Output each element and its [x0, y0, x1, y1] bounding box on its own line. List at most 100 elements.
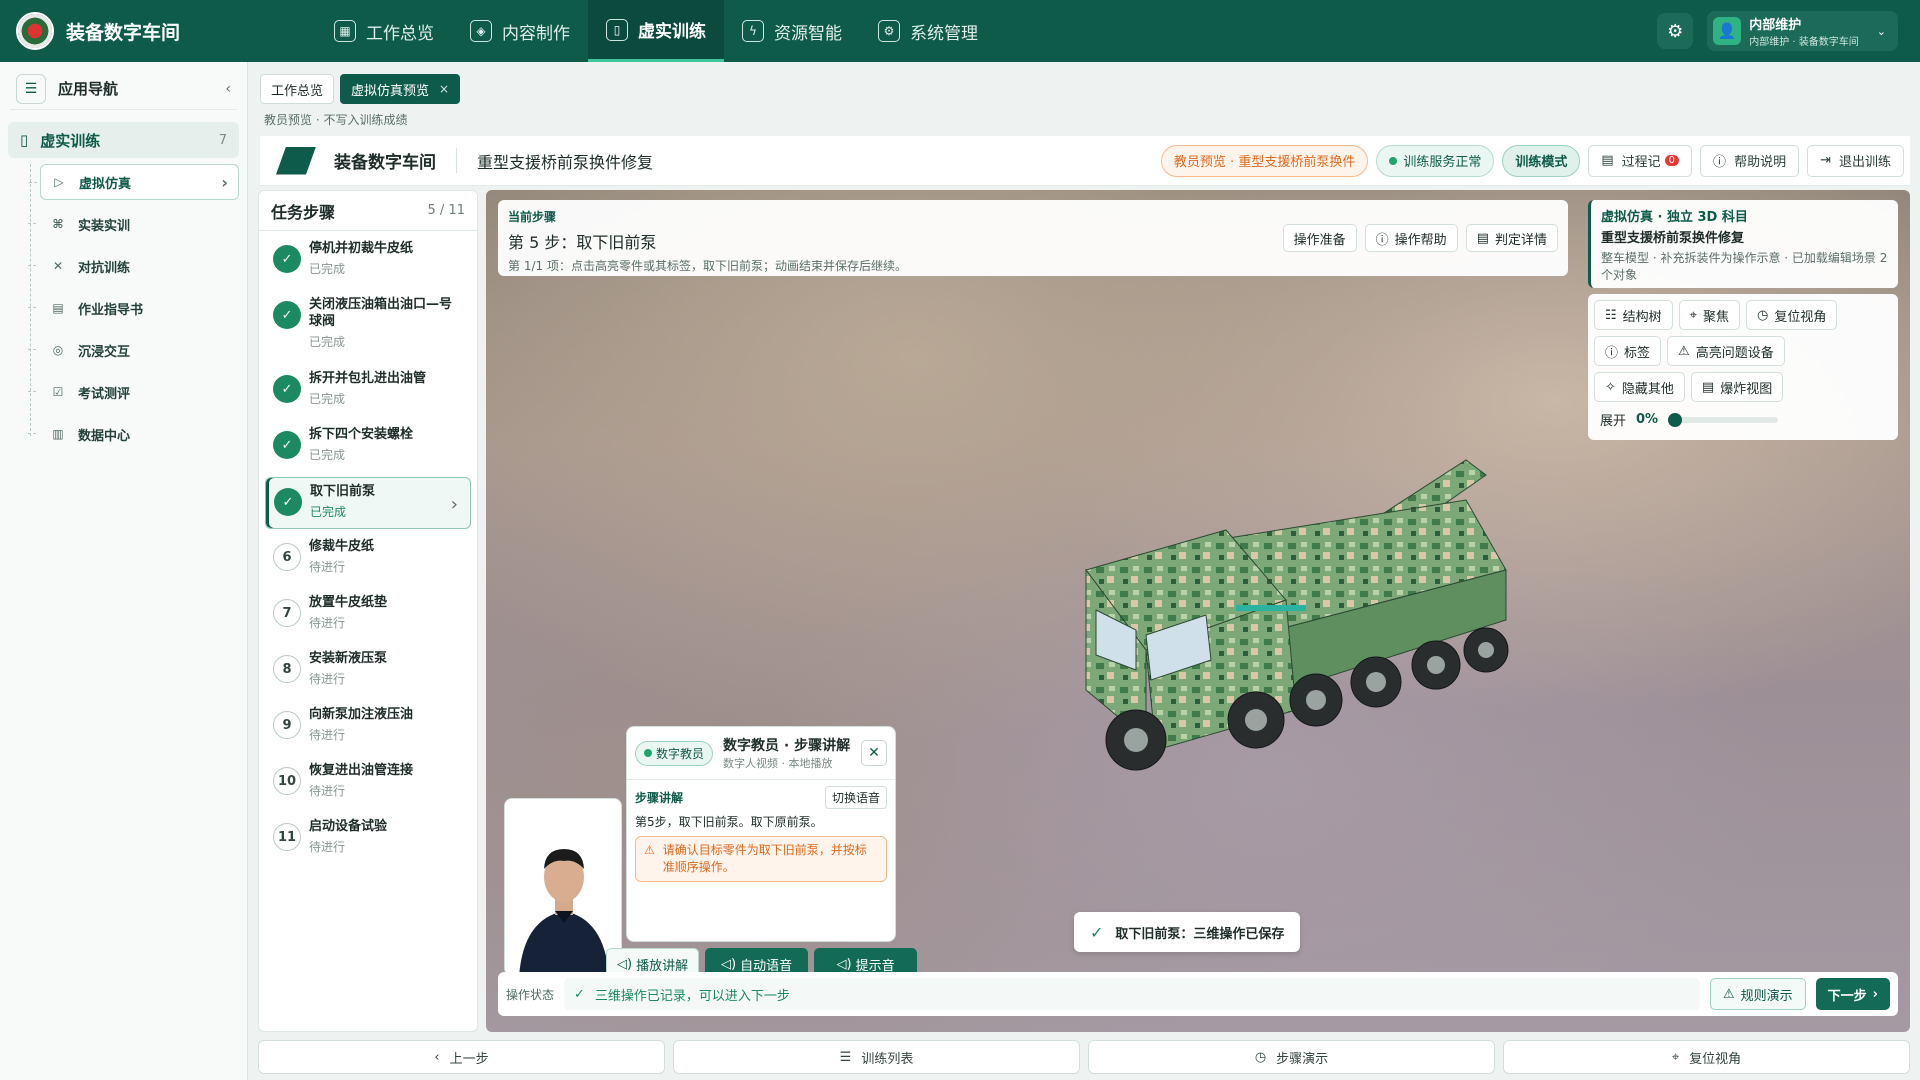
step-name: 修裁牛皮纸	[309, 539, 375, 554]
label-toggle-button[interactable]: ⓘ 标签	[1594, 336, 1662, 366]
close-icon[interactable]: ×	[439, 82, 449, 96]
sidebar-item-label: 沉浸交互	[78, 344, 131, 360]
step-item[interactable]: 9 向新泵加注液压油 待进行	[265, 701, 471, 753]
operation-help-button[interactable]: ⓘ 操作帮助	[1364, 224, 1458, 252]
operation-prep-button[interactable]: 操作准备	[1282, 224, 1357, 252]
current-step-card: 当前步骤 第 5 步：取下旧前泵 第 1/1 项：点击高亮零件或其标签，取下旧前…	[498, 200, 1568, 276]
list-icon: ☷	[1605, 307, 1617, 323]
sidebar-item-label: 对抗训练	[78, 260, 131, 276]
step-item[interactable]: 8 安装新液压泵 待进行	[265, 645, 471, 697]
rule-demo-button[interactable]: ⚠ 规则演示	[1709, 978, 1806, 1010]
step-status: 已完成	[309, 334, 346, 349]
instructor-warning: ⚠ 请确认目标零件为取下旧前泵，并按标准顺序操作。	[635, 836, 887, 882]
training-header: 装备数字车间 重型支援桥前泵换件修复 教员预览 · 重型支援桥前泵换件 训练服务…	[260, 136, 1910, 186]
step-number: 7	[273, 599, 301, 627]
reset-view-button[interactable]: ◷ 复位视角	[1746, 300, 1838, 330]
step-status: 待进行	[309, 559, 346, 574]
button-label: 步骤演示	[1276, 1051, 1329, 1067]
process-log-button[interactable]: ▤ 过程记 0	[1588, 144, 1693, 177]
step-name: 启动设备试验	[309, 819, 388, 834]
current-step-desc: 第 1/1 项：点击高亮零件或其标签，取下旧前泵；动画结束并保存后继续。	[508, 259, 907, 273]
prev-step-button[interactable]: ‹ 上一步	[258, 1040, 665, 1074]
page-title: 重型支援桥前泵换件修复	[477, 152, 654, 172]
step-number: 9	[273, 711, 301, 739]
step-item[interactable]: ✓ 拆下四个安装螺栓 已完成	[265, 421, 471, 473]
instructor-text: 第5步，取下旧前泵。取下原前泵。	[635, 815, 823, 829]
badge-label: 数字教员	[656, 746, 705, 761]
document-icon: ▤	[1476, 230, 1489, 246]
explode-view-button[interactable]: ▤ 爆炸视图	[1690, 372, 1784, 402]
tab-overview[interactable]: 工作总览	[260, 74, 335, 104]
nav-content[interactable]: ◈ 内容制作	[452, 0, 588, 62]
step-demo-button[interactable]: ◷ 步骤演示	[1088, 1040, 1495, 1074]
judgement-detail-button[interactable]: ▤ 判定详情	[1465, 224, 1558, 252]
hide-others-button[interactable]: ✧ 隐藏其他	[1594, 372, 1685, 402]
focus-button[interactable]: ⌖ 聚焦	[1678, 300, 1741, 330]
sidebar-item-label: 虚拟仿真	[79, 176, 132, 192]
speaker-icon: ◁)	[617, 956, 633, 972]
training-list-button[interactable]: ☰ 训练列表	[673, 1040, 1080, 1074]
step-item[interactable]: 7 放置牛皮纸垫 待进行	[265, 589, 471, 641]
step-item[interactable]: ✓ 停机并初裁牛皮纸 已完成	[265, 235, 471, 287]
sidebar-item-adversarial[interactable]: ✕ 对抗训练	[28, 248, 239, 284]
task-steps-panel: 任务步骤 5 / 11 ✓ 停机并初裁牛皮纸 已完成 ✓ 关闭液压油箱出油口—号球阀已…	[258, 190, 478, 1032]
step-item[interactable]: 6 修裁牛皮纸 待进行	[265, 533, 471, 585]
3d-viewport[interactable]: 当前步骤 第 5 步：取下旧前泵 第 1/1 项：点击高亮零件或其标签，取下旧前…	[486, 190, 1910, 1032]
exit-training-button[interactable]: ⇥ 退出训练	[1807, 144, 1904, 177]
group-count: 7	[218, 132, 227, 148]
collapse-icon[interactable]: ‹	[225, 81, 231, 97]
nav-system[interactable]: ⚙ 系统管理	[860, 0, 996, 62]
sidebar-item-practical[interactable]: ⌘ 实装实训	[28, 206, 239, 242]
bottom-action-bar: ‹ 上一步 ☰ 训练列表 ◷ 步骤演示 ⌖ 复位视角	[258, 1040, 1910, 1074]
brand-logo-icon	[276, 146, 316, 175]
structure-tree-button[interactable]: ☷ 结构树	[1594, 300, 1673, 330]
sidebar-item-immersive[interactable]: ◎ 沉浸交互	[28, 332, 239, 368]
sidebar-item-data[interactable]: ▥ 数据中心	[28, 416, 239, 452]
monitor-icon: ⌘	[52, 217, 64, 231]
info-icon: ⓘ	[1605, 345, 1619, 361]
sidebar-group-training[interactable]: ▯ 虚实训练 7	[8, 122, 239, 158]
step-name: 停机并初裁牛皮纸	[309, 241, 414, 256]
user-name: 内部维护	[1749, 18, 1802, 33]
step-item[interactable]: ✓ 关闭液压油箱出油口—号球阀 已完成	[265, 291, 471, 361]
warning-text: 请确认目标零件为取下旧前泵，并按标准顺序操作。	[662, 843, 867, 874]
mode-chip[interactable]: 训练模式	[1502, 144, 1581, 177]
step-item[interactable]: 10 恢复进出油管连接 待进行	[265, 757, 471, 809]
user-menu[interactable]: 👤 内部维护 内部维护 · 装备数字车间 ⌄	[1707, 11, 1898, 51]
nav-training[interactable]: ▯ 虚实训练	[588, 0, 724, 62]
button-label: 帮助说明	[1734, 155, 1787, 170]
digital-instructor-card: 数字教员 数字教员 · 步骤讲解 数字人视频 · 本地播放 ✕ 步骤讲解 切换语…	[626, 726, 896, 942]
button-label: 过程记	[1621, 155, 1661, 170]
chevron-left-icon: ‹	[434, 1049, 440, 1065]
checklist-icon: ☑	[52, 385, 64, 399]
nav-overview[interactable]: ▦ 工作总览	[316, 0, 452, 62]
instructor-video[interactable]	[504, 798, 622, 976]
reset-view-bottom-button[interactable]: ⌖ 复位视角	[1503, 1040, 1910, 1074]
user-icon: 👤	[1713, 17, 1742, 45]
step-status: 待进行	[309, 783, 346, 798]
instructor-portrait-icon	[505, 799, 621, 975]
help-button[interactable]: ⓘ 帮助说明	[1700, 144, 1800, 177]
settings-button[interactable]: ⚙	[1657, 13, 1694, 49]
button-label: 操作帮助	[1394, 232, 1447, 248]
step-item[interactable]: 11 启动设备试验 待进行	[265, 813, 471, 865]
op-status-text: 三维操作已记录，可以进入下一步	[594, 988, 790, 1004]
step-item-current[interactable]: ✓ 取下旧前泵 已完成	[265, 477, 471, 529]
slider-knob[interactable]	[1668, 412, 1683, 427]
sidebar-item-virtual-sim[interactable]: ▷ 虚拟仿真	[29, 164, 239, 200]
close-instructor-button[interactable]: ✕	[861, 740, 887, 766]
next-step-button[interactable]: 下一步 ›	[1815, 978, 1890, 1010]
instructor-sub: 数字人视频 · 本地播放	[723, 757, 833, 770]
menu-toggle-button[interactable]: ☰	[16, 73, 46, 104]
clipboard-icon: ▤	[1601, 153, 1614, 168]
play-circle-icon: ◷	[1757, 307, 1769, 323]
sidebar-item-guide[interactable]: ▤ 作业指导书	[28, 290, 239, 326]
expand-slider[interactable]	[1668, 412, 1779, 427]
nav-resources[interactable]: ϟ 资源智能	[724, 0, 860, 62]
truck-3d-model[interactable]	[1046, 420, 1566, 790]
switch-voice-button[interactable]: 切换语音	[824, 786, 887, 809]
tab-sim-preview[interactable]: 虚拟仿真预览 ×	[340, 74, 461, 104]
step-item[interactable]: ✓ 拆开并包扎进出油管 已完成	[265, 365, 471, 417]
sidebar-item-exam[interactable]: ☑ 考试测评	[28, 374, 239, 410]
highlight-issue-button[interactable]: ⚠ 高亮问题设备	[1667, 336, 1785, 366]
